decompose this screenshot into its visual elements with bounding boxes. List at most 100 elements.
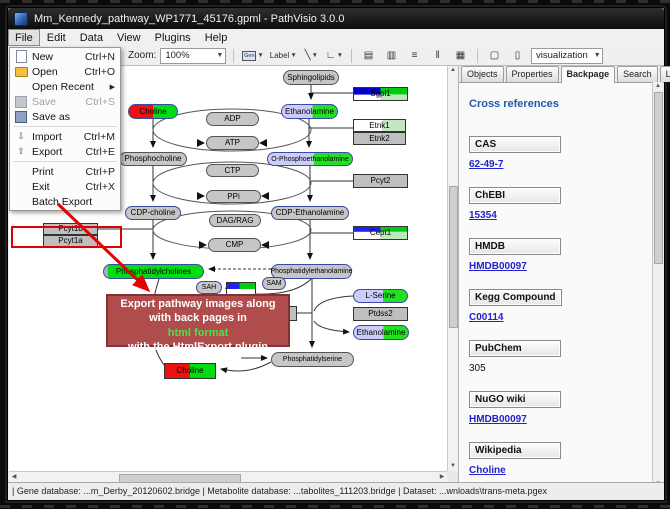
scrollbar-thumb[interactable]: [654, 92, 663, 264]
xref-link[interactable]: 62-49-7: [469, 159, 503, 170]
tab-backpage[interactable]: Backpage: [561, 66, 616, 83]
toolbar-separator: [477, 49, 478, 63]
title-bar[interactable]: Mm_Kennedy_pathway_WP1771_45176.gpml - P…: [8, 8, 664, 29]
zoom-combobox[interactable]: 100% ▼: [160, 48, 226, 64]
line-tool-dropdown[interactable]: ╲ ▼: [302, 47, 321, 64]
node-choline[interactable]: Choline: [128, 104, 178, 119]
node-sgpl1[interactable]: Sgpl1: [353, 87, 408, 101]
node-ptdss2[interactable]: Ptdss2: [353, 307, 408, 321]
stack-horizontal-button[interactable]: ‖: [428, 47, 447, 64]
xref-header: CAS: [469, 136, 561, 153]
xref-section-pubchem: PubChem 305: [469, 338, 651, 374]
menubar-plugins[interactable]: Plugins: [148, 29, 198, 46]
node-atp[interactable]: ATP: [206, 136, 259, 150]
canvas-vertical-scrollbar[interactable]: ▲ ▼: [447, 66, 458, 471]
properties-icon: ▯: [515, 50, 521, 61]
page-button[interactable]: ▢: [485, 47, 504, 64]
node-sah[interactable]: SAH: [196, 281, 222, 294]
chevron-down-icon: ▼: [210, 52, 223, 59]
node-etnk2[interactable]: Etnk2: [353, 132, 406, 145]
node-ethanolamine-2[interactable]: Ethanolamine: [353, 325, 409, 340]
node-etnk1[interactable]: Etnk1: [353, 119, 406, 132]
node-phosphatidylcholines[interactable]: Phosphatidylcholines: [103, 264, 204, 279]
scroll-right-icon[interactable]: ▶: [437, 473, 447, 482]
menubar-file[interactable]: File: [8, 29, 40, 46]
menu-item-print[interactable]: Print Ctrl+P: [10, 164, 120, 179]
gene-shape-icon: Gen: [242, 51, 256, 61]
scroll-down-icon[interactable]: ▼: [448, 462, 458, 471]
page-icon: ▢: [490, 50, 499, 61]
menu-item-exit[interactable]: Exit Ctrl+X: [10, 179, 120, 194]
node-pcyt2[interactable]: Pcyt2: [353, 174, 408, 188]
menu-item-save[interactable]: Save Ctrl+S: [10, 94, 120, 109]
sidebar-scrollbar[interactable]: ▲ ▼: [652, 82, 663, 489]
xref-link[interactable]: HMDB00097: [469, 414, 527, 425]
menu-item-open[interactable]: Open Ctrl+O: [10, 64, 120, 79]
menu-item-import[interactable]: ⇩ Import Ctrl+M: [10, 129, 120, 144]
node-phosphatidylethanolamine[interactable]: Phosphatidylethanolamine: [271, 264, 352, 279]
node-pcyt1a[interactable]: Pcyt1a: [43, 235, 98, 247]
menu-item-new[interactable]: New Ctrl+N: [10, 49, 120, 64]
stack-vertical-button[interactable]: ≡: [405, 47, 424, 64]
node-pcyt1b[interactable]: Pcyt1b: [43, 223, 98, 235]
properties-button[interactable]: ▯: [508, 47, 527, 64]
scroll-left-icon[interactable]: ◀: [9, 473, 19, 482]
menu-item-open-recent[interactable]: Open Recent ▶: [10, 79, 120, 94]
annotation-callout: Export pathway images along with back pa…: [106, 294, 290, 347]
node-dag[interactable]: DAG/RAG: [209, 214, 261, 227]
xref-header: Wikipedia: [469, 442, 561, 459]
chevron-down-icon: ▼: [290, 52, 296, 59]
xref-link[interactable]: Choline: [469, 465, 506, 476]
node-l-serine[interactable]: L-Serine: [353, 289, 408, 303]
align-center-icon: ▤: [364, 50, 373, 61]
menubar-view[interactable]: View: [110, 29, 148, 46]
canvas-horizontal-scrollbar[interactable]: ◀ ▶: [9, 471, 447, 482]
node-phosphatidylserine[interactable]: Phosphatidylserine: [271, 352, 354, 367]
node-ethanolamine[interactable]: Ethanolamine: [281, 104, 338, 119]
file-menu-popup: New Ctrl+N Open Ctrl+O Open Recent ▶ Sav…: [9, 47, 121, 211]
menubar-help[interactable]: Help: [198, 29, 235, 46]
node-o-phosphoethanolamine[interactable]: O-Phosphoethanolamine: [267, 152, 353, 166]
align-center-button[interactable]: ▤: [359, 47, 378, 64]
menu-item-save-as[interactable]: Save as: [10, 109, 120, 124]
label-tool-dropdown[interactable]: Label ▼: [269, 47, 298, 64]
node-ppi[interactable]: PPi: [206, 190, 261, 203]
node-sphingolipids[interactable]: Sphingolipids: [283, 70, 339, 85]
xref-link[interactable]: C00114: [469, 312, 503, 323]
menubar-edit[interactable]: Edit: [40, 29, 73, 46]
save-icon: [13, 96, 29, 108]
node-cept1[interactable]: Cept1: [353, 226, 408, 240]
align-middle-icon: ▥: [387, 50, 396, 61]
node-ctp[interactable]: CTP: [206, 164, 259, 177]
scroll-up-icon[interactable]: ▲: [448, 66, 458, 75]
align-middle-button[interactable]: ▥: [382, 47, 401, 64]
gene-shape-dropdown[interactable]: Gen ▼: [241, 47, 264, 64]
xref-link[interactable]: 15354: [469, 210, 497, 221]
menu-item-batch-export[interactable]: Batch Export: [10, 194, 120, 209]
node-sam[interactable]: SAM: [262, 277, 286, 290]
tab-objects[interactable]: Objects: [461, 66, 504, 82]
xref-header: HMDB: [469, 238, 561, 255]
scroll-up-icon[interactable]: ▲: [653, 82, 663, 91]
tab-properties[interactable]: Properties: [506, 66, 559, 82]
scale-button[interactable]: ▦: [451, 47, 470, 64]
node-choline-selected[interactable]: Choline: [164, 363, 216, 379]
open-folder-icon: [13, 67, 29, 77]
node-cdp-ethanolamine[interactable]: CDP-Ethanolamine: [271, 206, 349, 220]
node-phosphocholine[interactable]: Phosphocholine: [119, 152, 187, 166]
status-text: | Gene database: ...m_Derby_20120602.bri…: [12, 486, 547, 496]
connector-tool-dropdown[interactable]: ∟ ▼: [325, 47, 344, 64]
node-adp[interactable]: ADP: [206, 112, 259, 126]
new-file-icon: [13, 50, 29, 63]
scrollbar-thumb[interactable]: [449, 186, 458, 328]
node-cmp[interactable]: CMP: [208, 238, 261, 252]
visualization-combobox[interactable]: visualization ▼: [531, 48, 603, 64]
xref-section-cas: CAS 62-49-7: [469, 134, 651, 170]
tab-legend[interactable]: Legend: [660, 66, 670, 82]
node-cdp-choline[interactable]: CDP-choline: [125, 206, 181, 220]
menu-item-export[interactable]: ⇧ Export Ctrl+E: [10, 144, 120, 159]
chevron-down-icon: ▼: [337, 52, 343, 59]
tab-search[interactable]: Search: [617, 66, 658, 82]
xref-link[interactable]: HMDB00097: [469, 261, 527, 272]
menubar-data[interactable]: Data: [73, 29, 110, 46]
